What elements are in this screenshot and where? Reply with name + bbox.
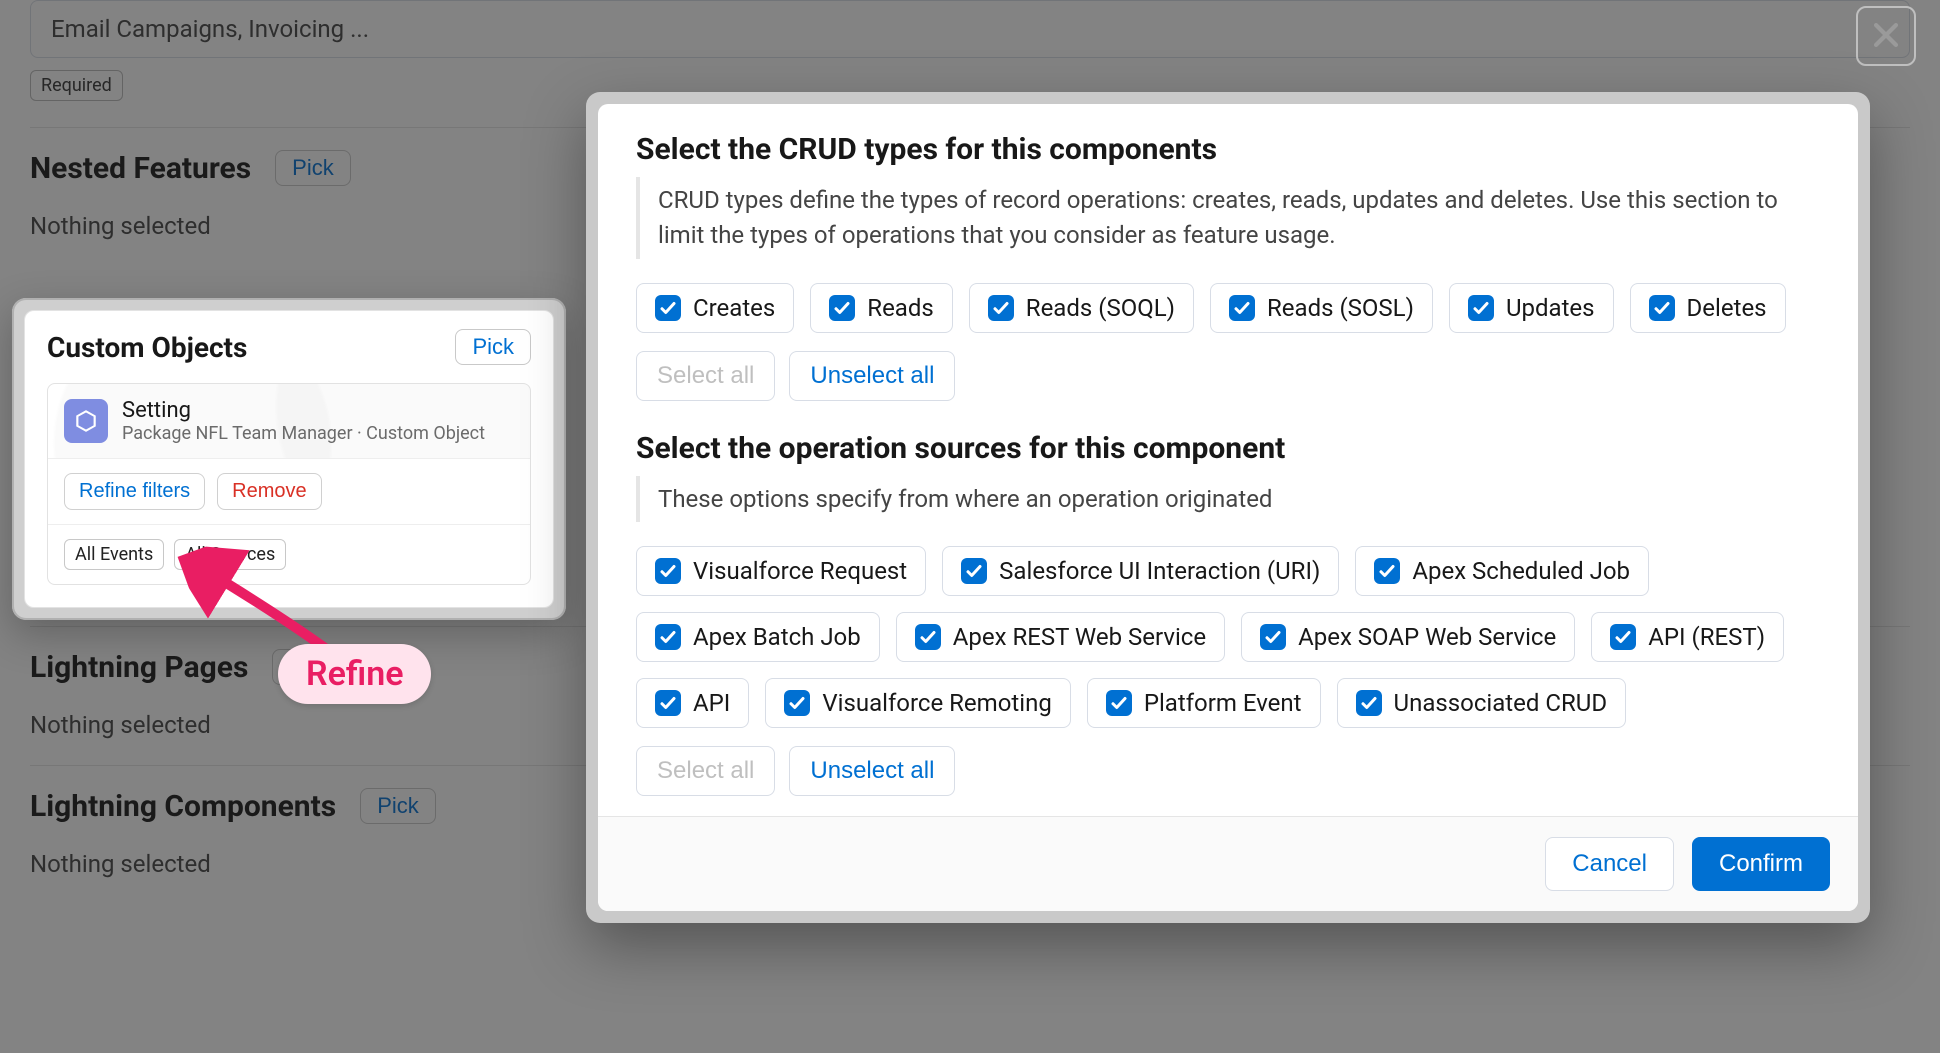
source-option-label: Visualforce Request [693,557,907,585]
source-option-label: Apex Scheduled Job [1412,557,1630,585]
source-option[interactable]: API [636,678,749,728]
crud-option-label: Reads (SOQL) [1026,294,1175,322]
checkbox-checked-icon [1260,624,1286,650]
refine-callout-badge: Refine [278,644,431,704]
source-option[interactable]: Apex SOAP Web Service [1241,612,1575,662]
crud-option-label: Deletes [1687,294,1767,322]
crud-option[interactable]: Reads (SOQL) [969,283,1194,333]
crud-option[interactable]: Reads [810,283,953,333]
crud-option[interactable]: Reads (SOSL) [1210,283,1433,333]
crud-option[interactable]: Deletes [1630,283,1786,333]
source-option-label: Visualforce Remoting [822,689,1051,717]
refine-filters-button[interactable]: Refine filters [64,473,205,510]
source-option[interactable]: API (REST) [1591,612,1784,662]
source-option[interactable]: Apex Scheduled Job [1355,546,1649,596]
checkbox-checked-icon [1610,624,1636,650]
sources-unselect-all-button[interactable]: Unselect all [789,746,955,796]
remove-button[interactable]: Remove [217,473,321,510]
checkbox-checked-icon [915,624,941,650]
custom-object-subtitle: Package NFL Team Manager · Custom Object [122,423,485,444]
package-icon [64,399,108,443]
source-option-label: Apex SOAP Web Service [1298,623,1556,651]
source-option[interactable]: Apex REST Web Service [896,612,1225,662]
crud-unselect-all-button[interactable]: Unselect all [789,351,955,401]
checkbox-checked-icon [655,624,681,650]
checkbox-checked-icon [1649,295,1675,321]
close-icon [1869,18,1903,55]
confirm-button[interactable]: Confirm [1692,837,1830,891]
source-option-label: API (REST) [1648,623,1765,651]
checkbox-checked-icon [784,690,810,716]
filter-chip[interactable]: All Events [64,539,164,570]
source-option-label: Apex REST Web Service [953,623,1206,651]
crud-option-label: Creates [693,294,775,322]
source-option[interactable]: Apex Batch Job [636,612,880,662]
checkbox-checked-icon [1356,690,1382,716]
source-option-label: Unassociated CRUD [1394,689,1608,717]
crud-option-label: Reads [867,294,934,322]
crud-section-desc: CRUD types define the types of record op… [636,177,1820,259]
checkbox-checked-icon [1106,690,1132,716]
custom-object-name: Setting [122,398,485,423]
checkbox-checked-icon [1374,558,1400,584]
crud-option[interactable]: Creates [636,283,794,333]
checkbox-checked-icon [829,295,855,321]
close-button[interactable] [1856,6,1916,66]
checkbox-checked-icon [988,295,1014,321]
checkbox-checked-icon [655,558,681,584]
checkbox-checked-icon [655,295,681,321]
source-option[interactable]: Platform Event [1087,678,1321,728]
refine-filters-modal: Select the CRUD types for this component… [586,92,1870,923]
source-option[interactable]: Unassociated CRUD [1337,678,1627,728]
checkbox-checked-icon [961,558,987,584]
sources-section-title: Select the operation sources for this co… [636,431,1820,466]
crud-option[interactable]: Updates [1449,283,1614,333]
checkbox-checked-icon [655,690,681,716]
sources-section-desc: These options specify from where an oper… [636,476,1820,523]
sources-select-all-button[interactable]: Select all [636,746,775,796]
source-option[interactable]: Visualforce Request [636,546,926,596]
checkbox-checked-icon [1229,295,1255,321]
custom-objects-pick-button[interactable]: Pick [455,329,531,365]
custom-objects-title: Custom Objects [47,331,247,364]
source-option-label: API [693,689,730,717]
source-option[interactable]: Salesforce UI Interaction (URI) [942,546,1339,596]
source-option-label: Platform Event [1144,689,1302,717]
source-option-label: Salesforce UI Interaction (URI) [999,557,1320,585]
crud-option-label: Updates [1506,294,1595,322]
source-option[interactable]: Visualforce Remoting [765,678,1070,728]
checkbox-checked-icon [1468,295,1494,321]
crud-option-label: Reads (SOSL) [1267,294,1414,322]
crud-select-all-button[interactable]: Select all [636,351,775,401]
source-option-label: Apex Batch Job [693,623,861,651]
cancel-button[interactable]: Cancel [1545,837,1674,891]
crud-section-title: Select the CRUD types for this component… [636,132,1820,167]
